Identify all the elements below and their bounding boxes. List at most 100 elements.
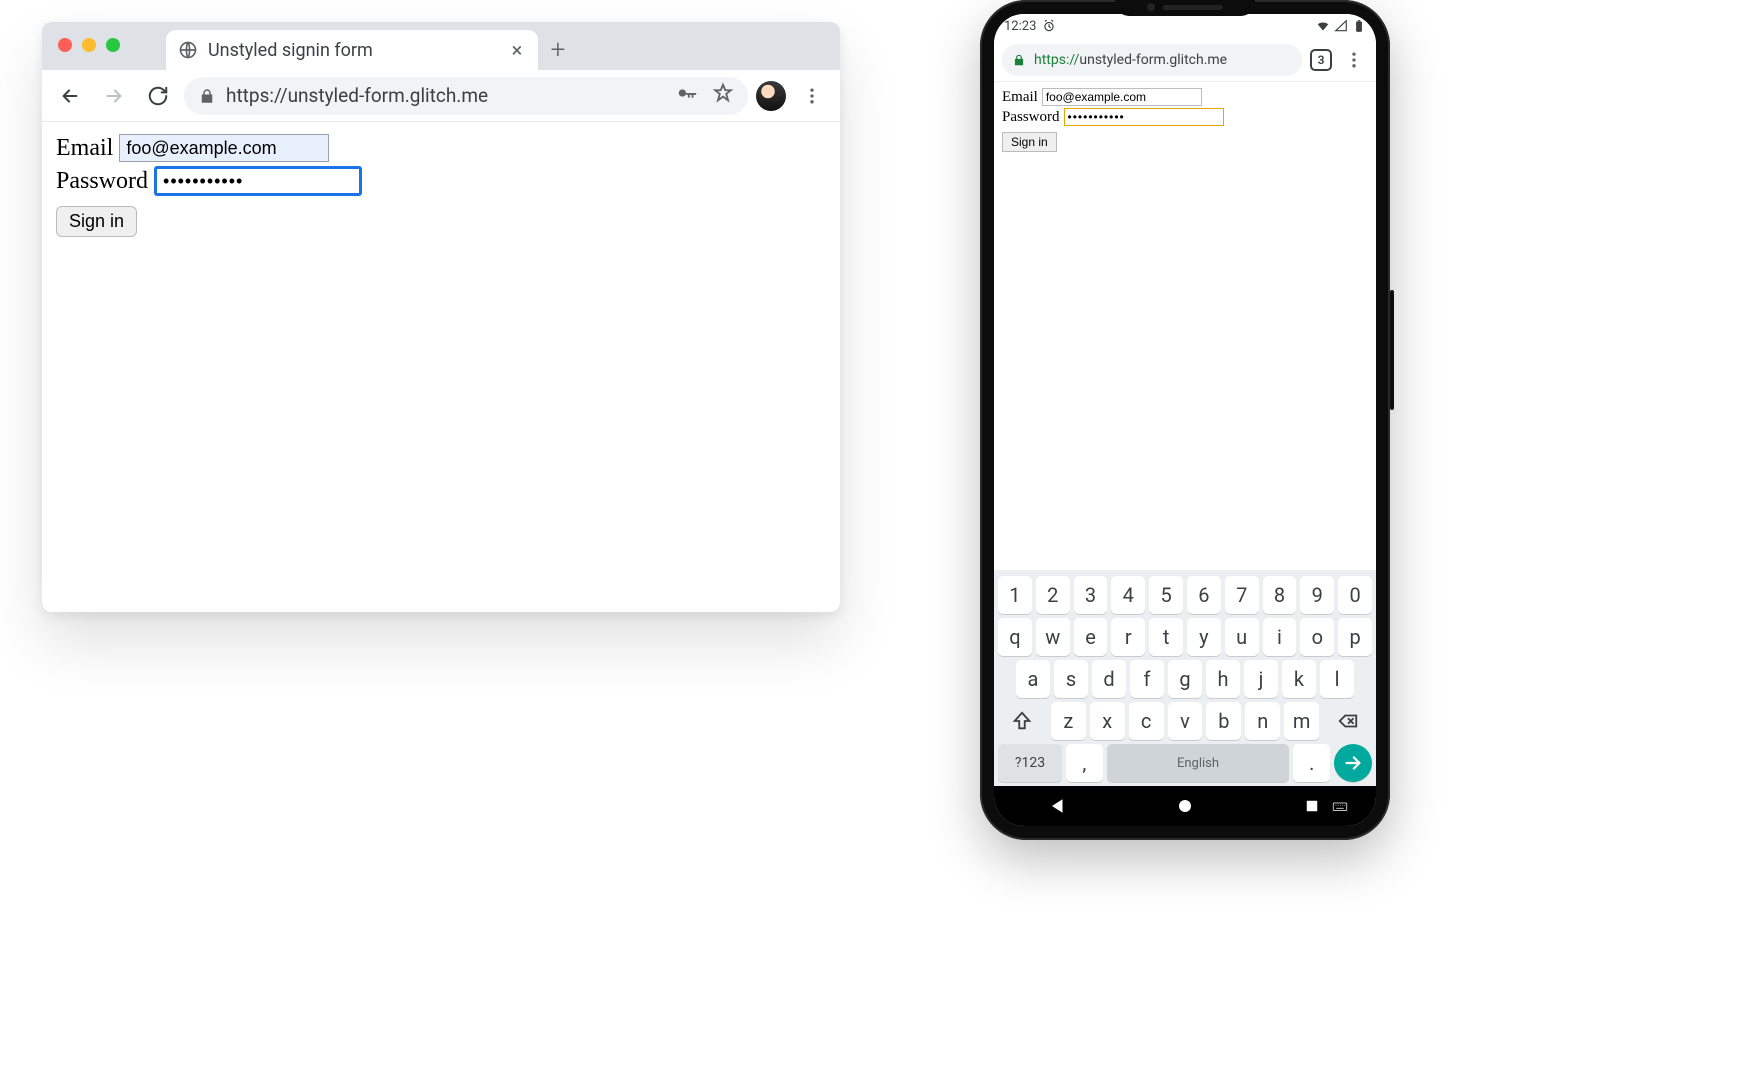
key-g[interactable]: g [1168, 660, 1202, 698]
key-6[interactable]: 6 [1187, 576, 1221, 614]
keyboard-row-a: asdfghjkl [998, 660, 1372, 698]
lock-icon [1012, 53, 1026, 67]
key-x[interactable]: x [1090, 702, 1125, 740]
nav-back-button[interactable] [1028, 797, 1088, 815]
email-input[interactable] [119, 134, 329, 162]
tab-close-button[interactable]: × [508, 41, 526, 59]
key-u[interactable]: u [1225, 618, 1259, 656]
status-time: 12:23 [1004, 19, 1036, 34]
key-z[interactable]: z [1051, 702, 1086, 740]
signal-icon [1334, 19, 1348, 33]
tab-title: Unstyled signin form [208, 40, 498, 61]
browser-toolbar: https://unstyled-form.glitch.me [42, 70, 840, 122]
window-controls [58, 38, 120, 52]
key-4[interactable]: 4 [1111, 576, 1145, 614]
key-d[interactable]: d [1092, 660, 1126, 698]
key-c[interactable]: c [1129, 702, 1164, 740]
reload-button[interactable] [140, 78, 176, 114]
key-m[interactable]: m [1284, 702, 1319, 740]
key-5[interactable]: 5 [1149, 576, 1183, 614]
key-i[interactable]: i [1263, 618, 1297, 656]
globe-icon [178, 40, 198, 60]
key-1[interactable]: 1 [998, 576, 1032, 614]
phone-screen: 12:23 https://unstyled-form.glitch.me 3 … [994, 14, 1376, 826]
key-0[interactable]: 0 [1338, 576, 1372, 614]
key-3[interactable]: 3 [1074, 576, 1108, 614]
key-8[interactable]: 8 [1263, 576, 1297, 614]
keyboard-row-numbers: 1234567890 [998, 576, 1372, 614]
period-key[interactable]: . [1293, 744, 1330, 782]
key-s[interactable]: s [1054, 660, 1088, 698]
signin-button[interactable]: Sign in [56, 206, 137, 237]
key-n[interactable]: n [1245, 702, 1280, 740]
phone-email-input[interactable] [1042, 88, 1202, 106]
keyboard-row-bottom: ?123 , English . [998, 744, 1372, 782]
symbols-key[interactable]: ?123 [998, 744, 1062, 782]
window-minimize-button[interactable] [82, 38, 96, 52]
key-j[interactable]: j [1244, 660, 1278, 698]
key-9[interactable]: 9 [1300, 576, 1334, 614]
key-b[interactable]: b [1206, 702, 1241, 740]
nav-home-button[interactable] [1155, 797, 1215, 815]
key-r[interactable]: r [1111, 618, 1145, 656]
nav-keyboard-toggle[interactable] [1310, 797, 1370, 815]
phone-signin-button[interactable]: Sign in [1002, 132, 1057, 152]
key-7[interactable]: 7 [1225, 576, 1259, 614]
phone-email-label: Email [1002, 89, 1038, 106]
phone-password-label: Password [1002, 109, 1060, 126]
address-bar[interactable]: https://unstyled-form.glitch.me [184, 77, 748, 115]
desktop-browser-window: Unstyled signin form × + https://unstyle… [42, 22, 840, 612]
phone-url-text: https://unstyled-form.glitch.me [1034, 52, 1227, 68]
key-o[interactable]: o [1300, 618, 1334, 656]
key-p[interactable]: p [1338, 618, 1372, 656]
phone-password-input[interactable] [1064, 108, 1224, 126]
tab-switcher-button[interactable]: 3 [1310, 49, 1332, 71]
battery-icon [1352, 19, 1366, 33]
android-navigation-bar [994, 786, 1376, 826]
phone-notch [1115, 0, 1255, 16]
window-fullscreen-button[interactable] [106, 38, 120, 52]
password-key-icon[interactable] [676, 82, 698, 109]
password-label: Password [56, 168, 148, 195]
browser-menu-button[interactable] [794, 78, 830, 114]
alarm-icon [1042, 19, 1056, 33]
key-f[interactable]: f [1130, 660, 1164, 698]
key-q[interactable]: q [998, 618, 1032, 656]
back-button[interactable] [52, 78, 88, 114]
phone-browser-menu-button[interactable] [1340, 46, 1368, 74]
key-e[interactable]: e [1074, 618, 1108, 656]
key-l[interactable]: l [1320, 660, 1354, 698]
keyboard-row-q: qwertyuiop [998, 618, 1372, 656]
backspace-key[interactable] [1323, 702, 1372, 740]
key-y[interactable]: y [1187, 618, 1221, 656]
key-2[interactable]: 2 [1036, 576, 1070, 614]
key-v[interactable]: v [1168, 702, 1203, 740]
email-label: Email [56, 135, 113, 162]
space-key[interactable]: English [1107, 744, 1290, 782]
window-close-button[interactable] [58, 38, 72, 52]
phone-page-content: Email Password Sign in [994, 82, 1376, 570]
lock-icon [198, 87, 216, 105]
phone-browser-toolbar: https://unstyled-form.glitch.me 3 [994, 38, 1376, 82]
keyboard-row-z: zxcvbnm [998, 702, 1372, 740]
wifi-icon [1316, 19, 1330, 33]
phone-device-frame: 12:23 https://unstyled-form.glitch.me 3 … [980, 0, 1390, 840]
new-tab-button[interactable]: + [538, 30, 578, 70]
profile-avatar[interactable] [756, 81, 786, 111]
password-input[interactable] [154, 166, 362, 196]
phone-address-bar[interactable]: https://unstyled-form.glitch.me [1002, 44, 1302, 76]
key-k[interactable]: k [1282, 660, 1316, 698]
comma-key[interactable]: , [1066, 744, 1103, 782]
key-w[interactable]: w [1036, 618, 1070, 656]
key-h[interactable]: h [1206, 660, 1240, 698]
browser-tab[interactable]: Unstyled signin form × [166, 30, 538, 70]
bookmark-star-icon[interactable] [712, 82, 734, 109]
shift-key[interactable] [998, 702, 1047, 740]
key-t[interactable]: t [1149, 618, 1183, 656]
enter-key[interactable] [1334, 744, 1372, 782]
url-text: https://unstyled-form.glitch.me [226, 84, 666, 107]
forward-button[interactable] [96, 78, 132, 114]
page-content: Email Password Sign in [42, 122, 840, 612]
key-a[interactable]: a [1016, 660, 1050, 698]
phone-status-bar: 12:23 [994, 14, 1376, 38]
